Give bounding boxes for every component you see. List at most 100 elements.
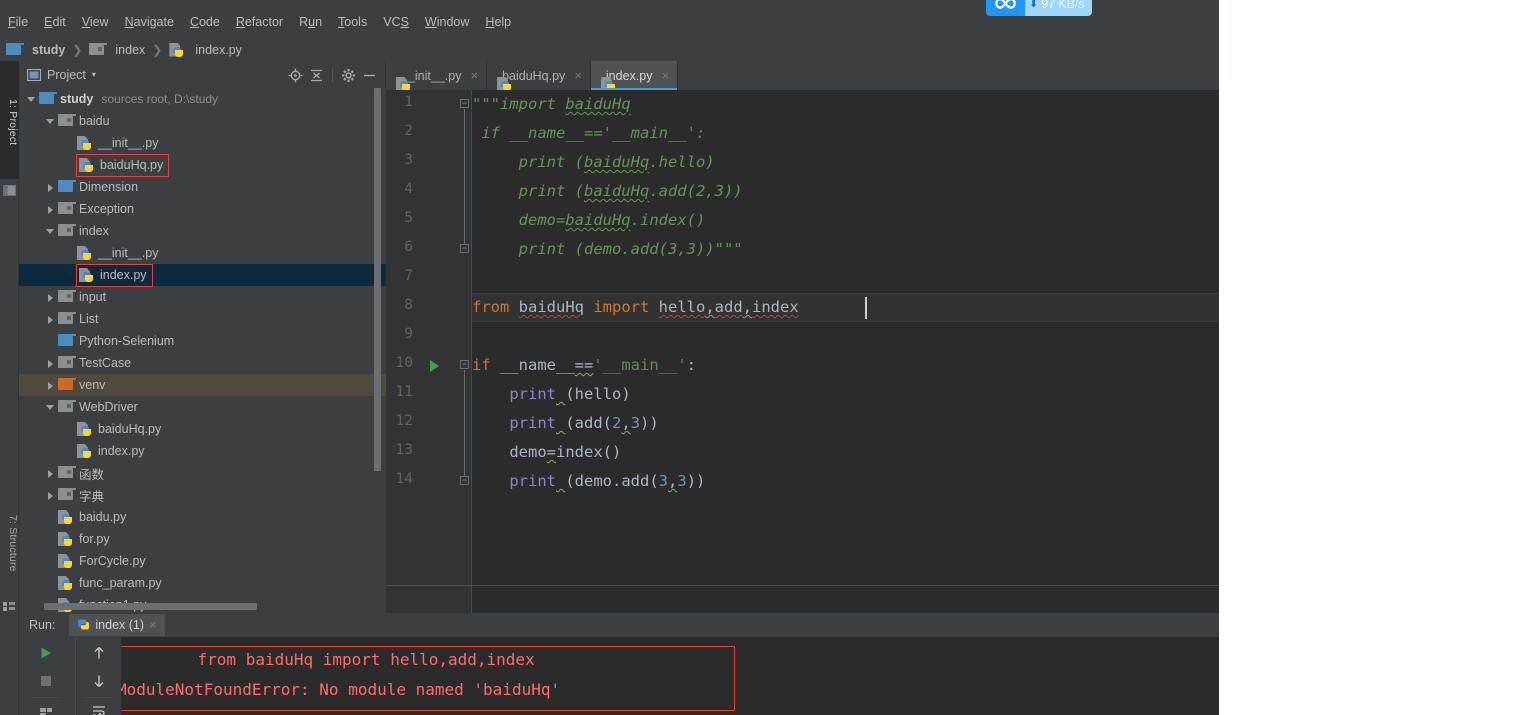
run-console-output[interactable]: from baiduHq import hello,add,index Modu…	[121, 637, 1219, 715]
chevron-right-icon[interactable]	[45, 468, 56, 479]
folder-blue-icon	[39, 91, 58, 107]
chevron-down-icon[interactable]	[26, 94, 37, 105]
project-tree[interactable]: study sources root, D:\study baidu __init__…	[19, 88, 386, 613]
tree-item-baidu[interactable]: baidu	[19, 110, 386, 132]
tree-item-PythonSelenium[interactable]: Python-Selenium	[19, 330, 386, 352]
run-line-marker-icon[interactable]	[430, 360, 439, 372]
chevron-down-icon[interactable]	[45, 402, 56, 413]
menu-vcs[interactable]: VCS	[375, 12, 417, 32]
chevron-down-icon[interactable]: ▾	[92, 70, 96, 79]
folder-orange-icon	[58, 377, 77, 393]
project-panel-header: Project ▾	[19, 61, 385, 88]
menu-help[interactable]: Help	[477, 12, 519, 32]
editor-area: __init__.py × baiduHq.py × index.py × 12…	[386, 61, 1219, 613]
chevron-right-icon[interactable]	[45, 204, 56, 215]
chevron-down-icon[interactable]	[45, 116, 56, 127]
close-icon[interactable]: ×	[470, 68, 478, 83]
close-icon[interactable]: ×	[149, 617, 157, 632]
folder-grey-icon	[58, 223, 77, 239]
breadcrumb-item-indexpy[interactable]: index.py	[169, 42, 242, 58]
project-tree-vertical-scrollbar[interactable]	[374, 88, 381, 471]
collapse-all-icon[interactable]	[307, 66, 326, 84]
tree-item-WebDriver[interactable]: WebDriver	[19, 396, 386, 418]
run-tab-index[interactable]: index (1) ×	[69, 614, 165, 636]
tree-item-baidu.py[interactable]: baidu.py	[19, 506, 386, 528]
menu-window[interactable]: Window	[417, 12, 477, 32]
chevron-right-icon[interactable]	[45, 292, 56, 303]
menu-run[interactable]: Run	[291, 12, 330, 32]
tree-item-List[interactable]: List	[19, 308, 386, 330]
tree-item-index.py[interactable]: index.py	[19, 263, 386, 287]
code-line: if __name__=='__main__':	[472, 124, 706, 142]
chevron-right-icon[interactable]	[45, 182, 56, 193]
menu-navigate[interactable]: Navigate	[117, 12, 182, 32]
soft-wrap-icon[interactable]	[87, 699, 111, 715]
tab-baiduhq-py[interactable]: baiduHq.py ×	[487, 61, 591, 91]
sidebar-button-structure[interactable]: 7: Structure	[0, 486, 19, 596]
code-editor[interactable]: 1 2 3 4 5 6 7 8 9 10 11 12 13 14− − − − """import baiduH…	[386, 90, 1219, 613]
network-speed-unit: KB/s	[1058, 0, 1085, 11]
chevron-down-icon[interactable]	[45, 226, 56, 237]
folder-blue-icon	[6, 42, 25, 58]
tab-init-py[interactable]: __init__.py ×	[386, 61, 488, 91]
code-text[interactable]: """import baiduHq if __name__=='__main__…	[472, 90, 1219, 613]
sidebar-button-label: 7: Structure	[7, 514, 19, 572]
sidebar-button-project[interactable]: 1: Project	[0, 61, 19, 179]
tree-item-label: index	[79, 224, 109, 238]
project-tree-horizontal-scrollbar[interactable]	[44, 603, 257, 610]
code-fold-end-icon[interactable]: −	[460, 476, 469, 485]
close-icon[interactable]: ×	[661, 68, 669, 83]
code-fold-toggle-icon[interactable]: −	[460, 360, 469, 369]
tree-item-Dimension[interactable]: Dimension	[19, 176, 386, 198]
rerun-icon[interactable]	[34, 641, 58, 665]
menu-edit[interactable]: Edit	[36, 12, 74, 32]
network-speed-widget[interactable]: ⬇ 97 KB/s	[986, 0, 1092, 16]
tree-item-func_param.py[interactable]: func_param.py	[19, 572, 386, 594]
code-fold-toggle-icon[interactable]: −	[460, 99, 469, 108]
tree-item-[interactable]: 函数	[19, 462, 386, 484]
tree-item-[interactable]: 字典	[19, 484, 386, 506]
chevron-right-icon[interactable]	[45, 358, 56, 369]
tab-index-py[interactable]: index.py ×	[590, 61, 679, 91]
tree-item-TestCase[interactable]: TestCase	[19, 352, 386, 374]
code-line: demo=index()	[472, 443, 622, 461]
tree-item-index.py[interactable]: index.py	[19, 440, 386, 462]
breadcrumb-item-study[interactable]: study	[6, 42, 65, 58]
menu-file[interactable]: File	[0, 12, 36, 32]
tree-item-venv[interactable]: venv	[19, 374, 386, 396]
menu-refactor[interactable]: Refactor	[228, 12, 291, 32]
tree-item-baiduHq.py[interactable]: baiduHq.py	[19, 418, 386, 440]
code-fold-end-icon[interactable]: −	[460, 244, 469, 253]
line-number: 11	[395, 384, 413, 400]
structure-icon	[3, 601, 16, 612]
chevron-right-icon[interactable]	[45, 490, 56, 501]
locate-target-icon[interactable]	[286, 66, 305, 84]
tree-item-ForCycle.py[interactable]: ForCycle.py	[19, 550, 386, 572]
menu-view[interactable]: View	[74, 12, 117, 32]
scroll-up-icon[interactable]	[87, 641, 111, 665]
tree-item-for.py[interactable]: for.py	[19, 528, 386, 550]
close-icon[interactable]: ×	[574, 68, 582, 83]
tree-item-__init__.py[interactable]: __init__.py	[19, 242, 386, 264]
tree-item-input[interactable]: input	[19, 286, 386, 308]
tree-item-index[interactable]: index	[19, 220, 386, 242]
minimize-icon[interactable]	[360, 66, 379, 84]
tree-item-Exception[interactable]: Exception	[19, 198, 386, 220]
python-run-icon	[77, 618, 90, 631]
editor-gutter[interactable]: 1 2 3 4 5 6 7 8 9 10 11 12 13 14− − − −	[386, 90, 471, 613]
project-panel-title[interactable]: Project ▾	[27, 68, 96, 82]
line-number: 3	[404, 152, 413, 168]
gear-icon[interactable]	[339, 66, 358, 84]
scroll-down-icon[interactable]	[87, 669, 111, 693]
tree-item-__init__.py[interactable]: __init__.py	[19, 132, 386, 154]
chevron-right-icon[interactable]	[45, 380, 56, 391]
tree-item-study[interactable]: study sources root, D:\study	[19, 88, 386, 110]
chevron-right-icon[interactable]	[45, 314, 56, 325]
breadcrumb-item-index[interactable]: index	[89, 42, 145, 58]
stop-icon[interactable]	[34, 669, 58, 693]
print-icon[interactable]	[34, 699, 58, 715]
menu-code[interactable]: Code	[182, 12, 228, 32]
tree-item-baiduHq.py[interactable]: baiduHq.py	[19, 153, 386, 177]
menu-tools[interactable]: Tools	[330, 12, 375, 32]
